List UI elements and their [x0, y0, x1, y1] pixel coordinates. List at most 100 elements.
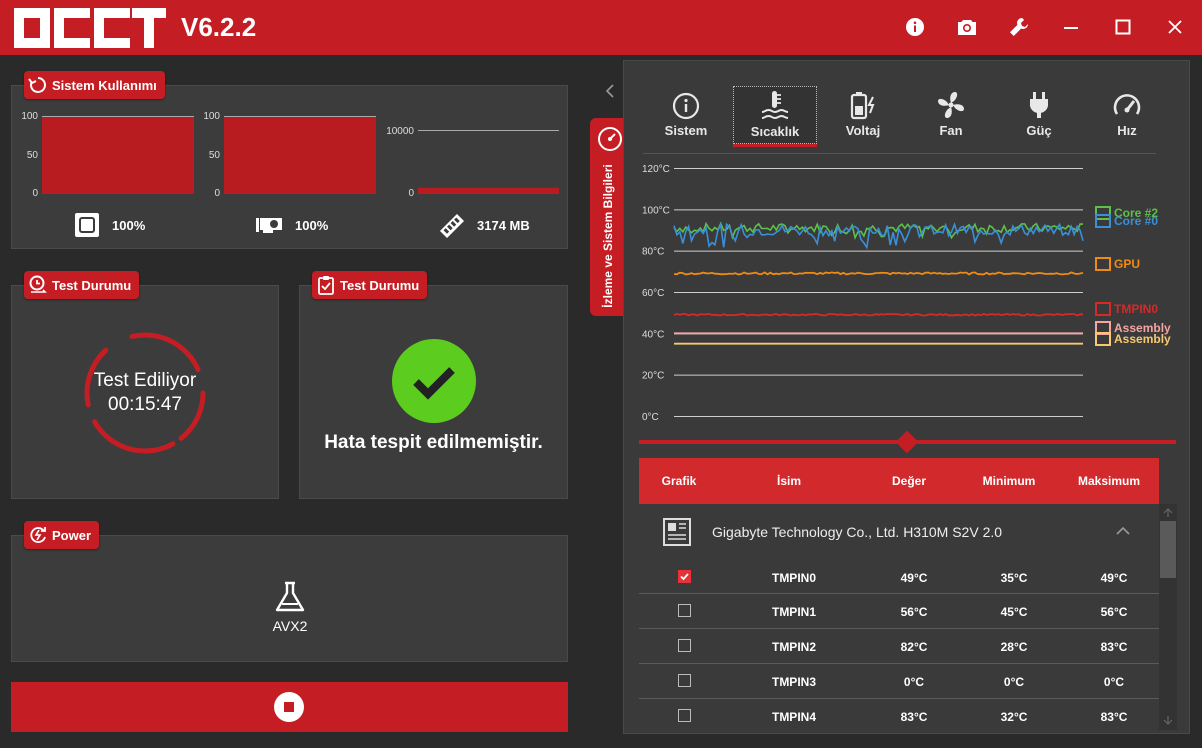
sensor-max: 49°C [1100, 571, 1128, 585]
check-icon [680, 573, 689, 581]
table-row: TMPIN0 49°C 35°C 49°C [639, 560, 1159, 595]
legend-label: Core #0 [1114, 214, 1158, 228]
y-tick-label: 0°C [642, 412, 659, 423]
stop-test-button[interactable] [11, 682, 568, 732]
y-tick-label: 80°C [642, 247, 664, 258]
legend-swatch [1095, 302, 1111, 316]
series-line [673, 312, 1083, 317]
plug-icon [1030, 92, 1048, 118]
wrench-icon[interactable] [1006, 14, 1032, 40]
y-tick-label: 100°C [642, 205, 670, 216]
camera-icon[interactable] [954, 14, 980, 40]
minimize-icon[interactable] [1058, 14, 1084, 40]
sensor-max: 0°C [1103, 675, 1125, 689]
sensor-name: TMPIN2 [771, 640, 816, 654]
tab-label: Fan [939, 123, 963, 138]
tag-label: Test Durumu [52, 277, 132, 293]
fan-icon [938, 92, 964, 118]
cpu-usage-value: 100% [112, 218, 146, 233]
sensor-value: 56°C [900, 605, 928, 619]
series-line [673, 271, 1084, 276]
col-grafik[interactable]: Grafik [649, 474, 709, 488]
graph-checkbox[interactable] [678, 570, 691, 583]
close-icon[interactable] [1162, 14, 1188, 40]
sensor-value: 82°C [900, 640, 928, 654]
legend-swatch [1095, 257, 1111, 271]
gpu-usage-value: 100% [295, 218, 329, 233]
sensor-name: TMPIN0 [771, 571, 816, 585]
info-icon[interactable] [902, 14, 928, 40]
scrollbar-thumb[interactable] [1160, 521, 1176, 578]
sensor-max: 83°C [1100, 710, 1128, 724]
col-maksimum[interactable]: Maksimum [1069, 474, 1149, 488]
tab-sicaklik[interactable]: Sıcaklık [733, 86, 817, 147]
y-tick-label: 60°C [642, 288, 664, 299]
scroll-down-icon[interactable] [1163, 715, 1173, 725]
sensor-value: 0°C [903, 675, 925, 689]
col-deger[interactable]: Değer [869, 474, 949, 488]
legend-swatch [1095, 214, 1111, 228]
graph-checkbox[interactable] [678, 709, 691, 722]
power-cycle-icon [30, 527, 46, 543]
tab-sistem[interactable]: Sistem [644, 86, 728, 144]
col-isim[interactable]: İsim [749, 474, 829, 488]
collapse-panel-icon[interactable] [604, 84, 616, 98]
memory-usage-chart [418, 130, 559, 194]
occt-logo [14, 8, 166, 48]
maximize-icon[interactable] [1110, 14, 1136, 40]
tag-label: Test Durumu [340, 277, 420, 293]
memory-usage-fill [418, 187, 559, 194]
cpu-usage-chart [42, 116, 194, 194]
legend-swatch [1095, 206, 1111, 220]
graph-checkbox[interactable] [678, 639, 691, 652]
success-check-icon [392, 339, 476, 423]
cpu-usage-fill [42, 117, 194, 194]
sensor-name: TMPIN1 [771, 605, 816, 619]
graph-checkbox[interactable] [678, 674, 691, 687]
chevron-up-icon[interactable] [1116, 526, 1130, 536]
tab-fan[interactable]: Fan [909, 86, 993, 144]
stop-icon [274, 692, 304, 722]
gpu-icon [256, 214, 284, 239]
sensor-min: 45°C [1000, 605, 1028, 619]
sensor-table-header: Grafik İsim Değer Minimum Maksimum [639, 458, 1159, 504]
clipboard-check-icon [318, 276, 334, 295]
tab-label: Voltaj [845, 123, 881, 138]
tab-label: Hız [1117, 123, 1137, 138]
test-status-timer-tag: Test Durumu [24, 271, 140, 299]
tab-guc[interactable]: Güç [997, 86, 1081, 144]
gpu-tick-0: 0 [214, 188, 220, 199]
tab-voltaj[interactable]: Voltaj [821, 86, 905, 144]
sensor-value: 49°C [900, 571, 928, 585]
graph-checkbox[interactable] [678, 604, 691, 617]
temperature-icon [761, 91, 789, 120]
y-tick-label: 120°C [642, 164, 670, 175]
gpu-usage-fill [224, 117, 376, 194]
refresh-icon [28, 77, 46, 93]
battery-voltage-icon [850, 92, 875, 120]
test-status-result-tag: Test Durumu [312, 271, 428, 299]
info-icon [672, 92, 700, 120]
series-line [673, 221, 1084, 250]
tab-label: Sıcaklık [750, 124, 800, 139]
tab-label: Sistem [664, 123, 708, 138]
tab-hiz[interactable]: Hız [1085, 86, 1169, 144]
motherboard-group-header[interactable]: Gigabyte Technology Co., Ltd. H310M S2V … [639, 504, 1159, 560]
sensor-max: 56°C [1100, 605, 1128, 619]
col-minimum[interactable]: Minimum [969, 474, 1049, 488]
stopwatch-icon [29, 275, 47, 293]
sensor-min: 32°C [1000, 710, 1028, 724]
y-tick-label: 20°C [642, 371, 664, 382]
legend-label: GPU [1114, 257, 1140, 271]
memory-tick-10000: 10000 [386, 126, 414, 137]
app-version: V6.2.2 [181, 12, 257, 42]
table-row: TMPIN2 82°C 28°C 83°C [639, 628, 1159, 663]
memory-icon [438, 212, 466, 245]
scroll-up-icon[interactable] [1163, 508, 1173, 518]
sensor-name: TMPIN3 [771, 675, 816, 689]
sensor-max: 83°C [1100, 640, 1128, 654]
cpu-tick-100: 100 [21, 111, 38, 122]
gpu-tick-100: 100 [203, 111, 220, 122]
legend-label: Assembly [1114, 332, 1171, 346]
sensor-min: 28°C [1000, 640, 1028, 654]
